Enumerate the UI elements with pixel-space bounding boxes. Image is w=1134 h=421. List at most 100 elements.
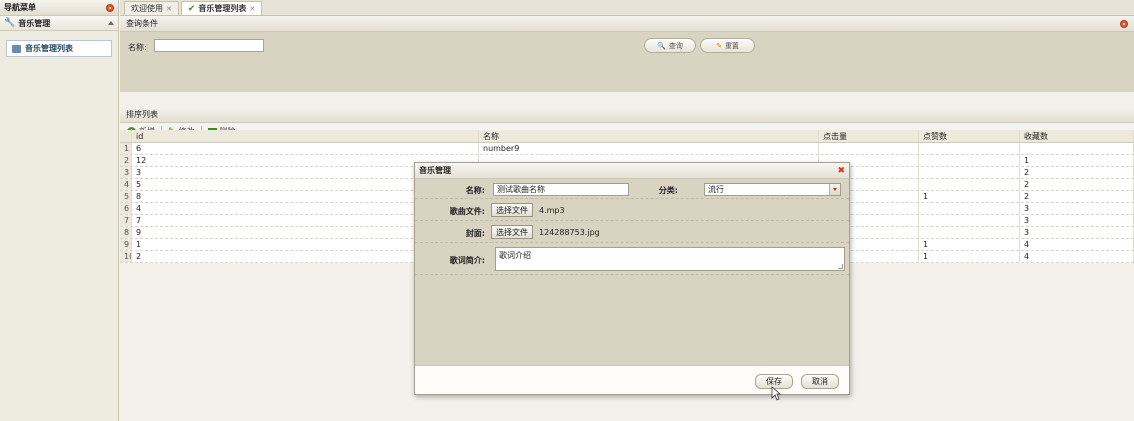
lyrics-textarea[interactable]: 歌词介绍 <box>495 247 845 271</box>
panel-collapse-icon[interactable] <box>1120 19 1128 28</box>
cell-likes <box>919 155 1020 166</box>
table-row[interactable]: 1 6 number9 <box>120 143 1134 155</box>
cell-likes <box>919 203 1020 214</box>
column-header-likes[interactable]: 点赞数 <box>919 130 1020 142</box>
nav-header: 导航菜单 <box>0 0 118 16</box>
search-button-label: 查询 <box>668 41 683 50</box>
nav-title: 导航菜单 <box>4 3 36 12</box>
nav-section-music[interactable]: 🔧 音乐管理 <box>0 16 118 31</box>
query-name-input[interactable] <box>154 39 264 52</box>
lyrics-value: 歌词介绍 <box>499 251 531 260</box>
chevron-down-icon[interactable] <box>829 184 840 195</box>
search-button[interactable]: 🔍 查询 <box>644 38 696 53</box>
resize-handle[interactable] <box>838 264 843 269</box>
dialog-title: 音乐管理 <box>419 166 451 175</box>
nav-panel: 导航菜单 🔧 音乐管理 音乐管理列表 <box>0 0 119 421</box>
cell-likes <box>919 167 1020 178</box>
close-icon[interactable]: ✕ <box>249 5 255 13</box>
list-icon <box>12 44 21 53</box>
cell-likes: 1 <box>919 191 1020 202</box>
cell-favorites: 4 <box>1020 251 1134 262</box>
cell-name: number9 <box>479 143 819 154</box>
query-panel: 查询条件 名称: 🔍 查询 ✎ 重置 <box>120 16 1134 92</box>
cell-favorites: 2 <box>1020 191 1134 202</box>
cell-favorites <box>1020 143 1134 154</box>
chevron-up-icon[interactable] <box>108 21 114 25</box>
row-number: 6 <box>120 203 132 214</box>
close-icon[interactable]: ✖ <box>837 166 845 176</box>
nav-body: 音乐管理列表 <box>0 31 118 66</box>
nav-collapse-icon[interactable] <box>106 3 114 12</box>
form-row-name: 名称: 测试歌曲名称 分类: 流行 <box>415 179 849 199</box>
mouse-cursor-icon <box>771 386 781 401</box>
cell-favorites: 3 <box>1020 227 1134 238</box>
reset-icon: ✎ <box>716 41 722 50</box>
cell-likes <box>919 179 1020 190</box>
sidebar-item-music-list[interactable]: 音乐管理列表 <box>6 40 112 57</box>
row-number: 5 <box>120 191 132 202</box>
cell-favorites: 3 <box>1020 215 1134 226</box>
row-number: 2 <box>120 155 132 166</box>
query-panel-title: 查询条件 <box>126 19 158 28</box>
category-select[interactable]: 流行 <box>704 183 841 196</box>
cell-likes: 1 <box>919 251 1020 262</box>
column-header-favorites[interactable]: 收藏数 <box>1020 130 1134 142</box>
row-number: 1 <box>120 143 132 154</box>
cell-likes: 1 <box>919 239 1020 250</box>
header-row-number <box>120 130 132 142</box>
row-number: 7 <box>120 215 132 226</box>
cell-id: 6 <box>132 143 479 154</box>
column-header-name[interactable]: 名称 <box>479 130 819 142</box>
query-panel-header: 查询条件 <box>120 16 1134 32</box>
row-number: 4 <box>120 179 132 190</box>
reset-button[interactable]: ✎ 重置 <box>700 38 755 53</box>
query-body: 名称: 🔍 查询 ✎ 重置 <box>120 32 1134 92</box>
cell-likes <box>919 227 1020 238</box>
category-label: 分类: <box>658 186 678 195</box>
cell-favorites: 2 <box>1020 179 1134 190</box>
sidebar-item-label: 音乐管理列表 <box>25 44 73 53</box>
cover-file-name: 124288753.jpg <box>539 228 600 237</box>
name-label: 名称: <box>465 186 485 195</box>
song-file-name: 4.mp3 <box>539 206 565 215</box>
cell-likes <box>919 215 1020 226</box>
table-header: id 名称 点击量 点赞数 收藏数 <box>120 130 1134 143</box>
music-edit-dialog: 音乐管理 ✖ 名称: 测试歌曲名称 分类: 流行 歌曲文件: 选择文件 4.mp… <box>414 162 850 395</box>
dialog-footer: 保存 取消 <box>415 365 849 394</box>
wrench-icon: 🔧 <box>4 18 16 28</box>
dialog-header: 音乐管理 ✖ <box>415 163 849 179</box>
column-header-id[interactable]: id <box>132 130 479 142</box>
row-number: 9 <box>120 239 132 250</box>
cover-choose-button[interactable]: 选择文件 <box>491 225 533 239</box>
cancel-button[interactable]: 取消 <box>801 374 839 389</box>
cell-favorites: 3 <box>1020 203 1134 214</box>
row-number: 8 <box>120 227 132 238</box>
reset-button-label: 重置 <box>724 41 739 50</box>
list-panel-title: 排序列表 <box>126 110 158 119</box>
cell-favorites: 4 <box>1020 239 1134 250</box>
form-row-cover: 封面: 选择文件 124288753.jpg <box>415 221 849 243</box>
query-name-label: 名称: <box>128 43 147 52</box>
song-file-label: 歌曲文件: <box>449 207 485 216</box>
form-row-song-file: 歌曲文件: 选择文件 4.mp3 <box>415 199 849 221</box>
cover-label: 封面: <box>465 229 485 238</box>
form-row-lyrics: 歌词简介: 歌词介绍 <box>415 243 849 275</box>
column-header-clicks[interactable]: 点击量 <box>819 130 919 142</box>
tab-label: 欢迎使用 <box>131 4 163 13</box>
tab-welcome[interactable]: 欢迎使用 ✕ <box>124 1 179 15</box>
tab-music-list[interactable]: ✔ 音乐管理列表 ✕ <box>180 1 263 15</box>
row-number: 3 <box>120 167 132 178</box>
tab-label: 音乐管理列表 <box>198 4 247 13</box>
row-number: 10 <box>120 251 132 262</box>
search-icon: 🔍 <box>657 41 666 50</box>
lyrics-label: 歌词简介: <box>449 256 485 265</box>
song-file-choose-button[interactable]: 选择文件 <box>491 203 533 217</box>
cell-clicks <box>819 143 919 154</box>
list-panel-header: 排序列表 <box>120 107 1134 123</box>
dialog-body: 名称: 测试歌曲名称 分类: 流行 歌曲文件: 选择文件 4.mp3 封面: 选… <box>415 179 849 365</box>
tab-bar: 欢迎使用 ✕ ✔ 音乐管理列表 ✕ <box>120 0 1134 16</box>
cell-favorites: 1 <box>1020 155 1134 166</box>
nav-section-label: 音乐管理 <box>18 18 51 28</box>
check-icon: ✔ <box>187 3 196 14</box>
close-icon[interactable]: ✕ <box>166 5 172 13</box>
